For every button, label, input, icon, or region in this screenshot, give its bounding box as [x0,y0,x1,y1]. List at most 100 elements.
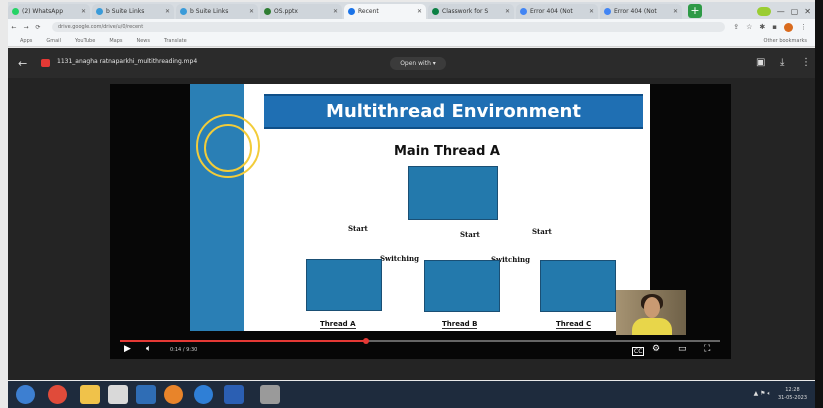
reload-icon[interactable]: ⟳ [32,24,44,31]
tab-classwork[interactable]: Classwork for S ✕ [428,4,514,19]
play-icon[interactable]: ▶ [124,344,131,354]
suite-icon [96,8,103,15]
ie-icon[interactable] [194,385,213,404]
system-tray-icons[interactable]: ▲ ⚑ 🔈︎ [754,390,771,398]
slide-title: Multithread Environment [264,94,643,129]
clock-time: 12:28 [785,387,800,393]
download-icon[interactable]: ⤓ [780,57,784,68]
close-icon[interactable]: ✕ [246,8,254,15]
media-player-icon[interactable] [136,385,156,404]
slide-decoration [190,84,260,331]
word-icon[interactable] [224,385,244,404]
close-icon[interactable]: ✕ [502,8,510,15]
browser-tab-strip: (2) WhatsApp ✕ b Suite Links ✕ b Suite Lin… [8,2,815,19]
google-icon [604,8,611,15]
drive-icon [348,8,355,15]
thread-c-label: Thread C [556,320,592,329]
viewer-header: ← 1131_anagha ratnaparkhi_multithreading… [8,48,815,78]
close-icon[interactable]: ✕ [162,8,170,15]
tab-label: Error 404 (Not [530,8,573,15]
start-label: Start [532,227,552,236]
tab-label: (2) WhatsApp [22,8,64,15]
whatsapp-icon [12,8,19,15]
tab-recent[interactable]: Recent ✕ [344,4,426,19]
profile-indicator[interactable] [756,6,771,16]
firefox-icon[interactable] [164,385,183,404]
bookmark-item[interactable]: Gmail [46,38,61,44]
minimize-icon[interactable]: — [777,7,785,16]
volume-icon[interactable]: 🔈︎ [146,344,151,354]
presentation-slide: Multithread Environment Main Thread A St… [190,84,650,331]
bookmark-item[interactable]: Apps [20,38,32,44]
presenter-face [644,297,660,318]
classroom-icon [432,8,439,15]
more-icon[interactable]: ⋮ [801,57,811,68]
start-button[interactable] [16,385,35,404]
player-controls: ▶ 🔈︎ 0:14 / 9:30 CC ⚙ ▭ ⛶ [110,343,731,359]
tab-error-404-2[interactable]: Error 404 (Not ✕ [600,4,682,19]
video-player[interactable]: Multithread Environment Main Thread A St… [110,84,731,359]
back-arrow-icon[interactable]: ← [18,57,27,70]
tab-label: Classwork for S [442,8,489,15]
main-thread-box [408,166,498,220]
address-bar[interactable]: drive.google.com/drive/u/0/recent [52,22,726,32]
bookmark-item[interactable]: YouTube [75,38,95,44]
bookmark-item[interactable]: Maps [109,38,122,44]
fullscreen-icon[interactable]: ⛶ [704,344,710,354]
webcam-overlay [616,290,686,335]
presenter-body [632,318,672,335]
thread-a-box [306,259,382,311]
google-icon [520,8,527,15]
bookmark-star-icon[interactable]: ☆ [746,23,752,32]
captions-button[interactable]: CC [632,347,645,356]
theater-mode-icon[interactable]: ▭ [678,344,687,354]
taskbar: ▲ ⚑ 🔈︎ 12:28 31-05-2023 [8,381,815,408]
tab-label: Error 404 (Not [614,8,657,15]
close-icon[interactable]: ✕ [586,8,594,15]
close-icon[interactable]: ✕ [414,8,422,15]
app-icon[interactable] [108,385,128,404]
bookmark-item[interactable]: News [136,38,150,44]
avatar[interactable] [784,22,793,32]
slides-icon [264,8,271,15]
close-icon[interactable]: ✕ [78,8,86,15]
menu-icon[interactable]: ▪ [772,23,777,32]
close-icon[interactable]: ✕ [670,8,678,15]
comment-icon[interactable]: ▣ [756,57,765,68]
new-tab-button[interactable]: + [688,4,702,18]
tab-os-pptx[interactable]: OS.pptx ✕ [260,4,342,19]
chrome-icon[interactable] [48,385,67,404]
open-with-button[interactable]: Open with ▾ [390,57,446,70]
tab-suite-links-2[interactable]: b Suite Links ✕ [176,4,258,19]
other-bookmarks[interactable]: Other bookmarks [764,38,815,44]
file-explorer-icon[interactable] [80,385,100,404]
more-icon[interactable]: ⋮ [800,23,807,32]
progress-bar[interactable] [120,338,720,344]
back-arrow-icon[interactable]: ← [8,24,20,31]
close-window-icon[interactable]: ✕ [804,7,811,16]
thread-a-label: Thread A [320,320,356,329]
tab-label: b Suite Links [190,8,229,15]
video-file-icon [41,59,50,67]
extensions-icon[interactable]: ✱ [759,23,765,32]
tab-suite-links-1[interactable]: b Suite Links ✕ [92,4,174,19]
bookmark-item[interactable]: Translate [164,38,187,44]
tab-label: b Suite Links [106,8,145,15]
tab-whatsapp[interactable]: (2) WhatsApp ✕ [8,4,90,19]
tab-error-404-1[interactable]: Error 404 (Not ✕ [516,4,598,19]
window-controls: — ▢ ✕ [756,3,815,19]
forward-arrow-icon[interactable]: → [20,24,32,31]
app-icon[interactable] [260,385,280,404]
open-with-label: Open with [400,60,431,67]
thread-b-box [424,260,500,312]
progress-fill [120,340,366,342]
bookmarks-bar: Apps Gmail YouTube Maps News Translate O… [8,35,815,47]
thread-c-box [540,260,616,312]
maximize-icon[interactable]: ▢ [791,7,799,16]
close-icon[interactable]: ✕ [330,8,338,15]
start-label: Start [460,230,480,239]
settings-gear-icon[interactable]: ⚙ [652,344,660,354]
share-icon[interactable]: ⇪ [733,23,739,32]
main-thread-label: Main Thread A [394,144,500,159]
time-display: 0:14 / 9:30 [170,347,198,353]
